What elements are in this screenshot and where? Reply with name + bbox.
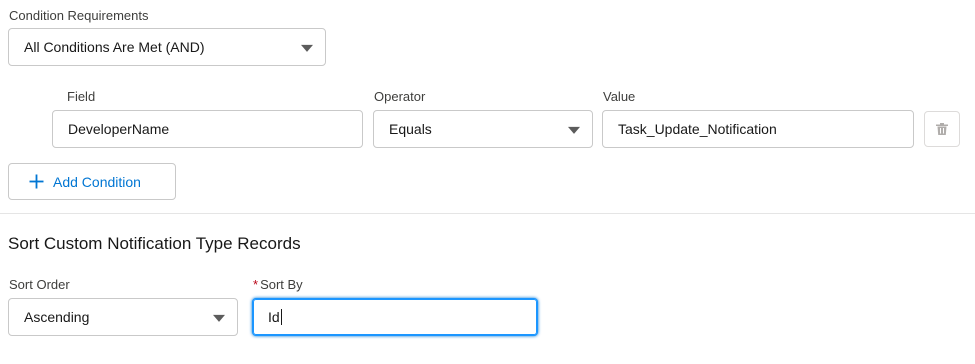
value-label: Value — [603, 89, 636, 104]
condition-requirements-label: Condition Requirements — [9, 8, 149, 23]
add-condition-label: Add Condition — [53, 173, 141, 190]
sort-order-value: Ascending — [24, 309, 90, 325]
value-input[interactable]: Task_Update_Notification — [602, 110, 914, 148]
chevron-down-icon — [568, 126, 580, 134]
condition-requirements-value: All Conditions Are Met (AND) — [24, 39, 205, 55]
value-input-value: Task_Update_Notification — [618, 121, 777, 137]
delete-condition-button[interactable] — [924, 111, 960, 147]
field-input[interactable]: DeveloperName — [52, 110, 363, 148]
trash-icon — [935, 122, 949, 136]
sort-section-title: Sort Custom Notification Type Records — [8, 234, 301, 253]
sort-by-value: Id — [268, 309, 280, 325]
add-condition-button[interactable]: Add Condition — [8, 163, 176, 200]
operator-select-value: Equals — [389, 121, 432, 137]
field-label: Field — [67, 89, 96, 104]
field-input-value: DeveloperName — [68, 121, 170, 137]
sort-order-select[interactable]: Ascending — [8, 298, 238, 336]
text-cursor — [280, 309, 282, 325]
operator-label: Operator — [374, 89, 426, 104]
required-indicator: * — [253, 277, 259, 292]
operator-select[interactable]: Equals — [373, 110, 593, 148]
plus-icon — [29, 174, 44, 189]
section-divider — [0, 213, 975, 214]
sort-order-label: Sort Order — [9, 277, 70, 292]
sort-by-label-wrap: * Sort By — [253, 277, 303, 292]
chevron-down-icon — [301, 44, 313, 52]
condition-requirements-select[interactable]: All Conditions Are Met (AND) — [8, 28, 326, 66]
sort-by-input[interactable]: Id — [252, 298, 538, 336]
chevron-down-icon — [213, 314, 225, 322]
sort-by-label: Sort By — [260, 277, 303, 292]
